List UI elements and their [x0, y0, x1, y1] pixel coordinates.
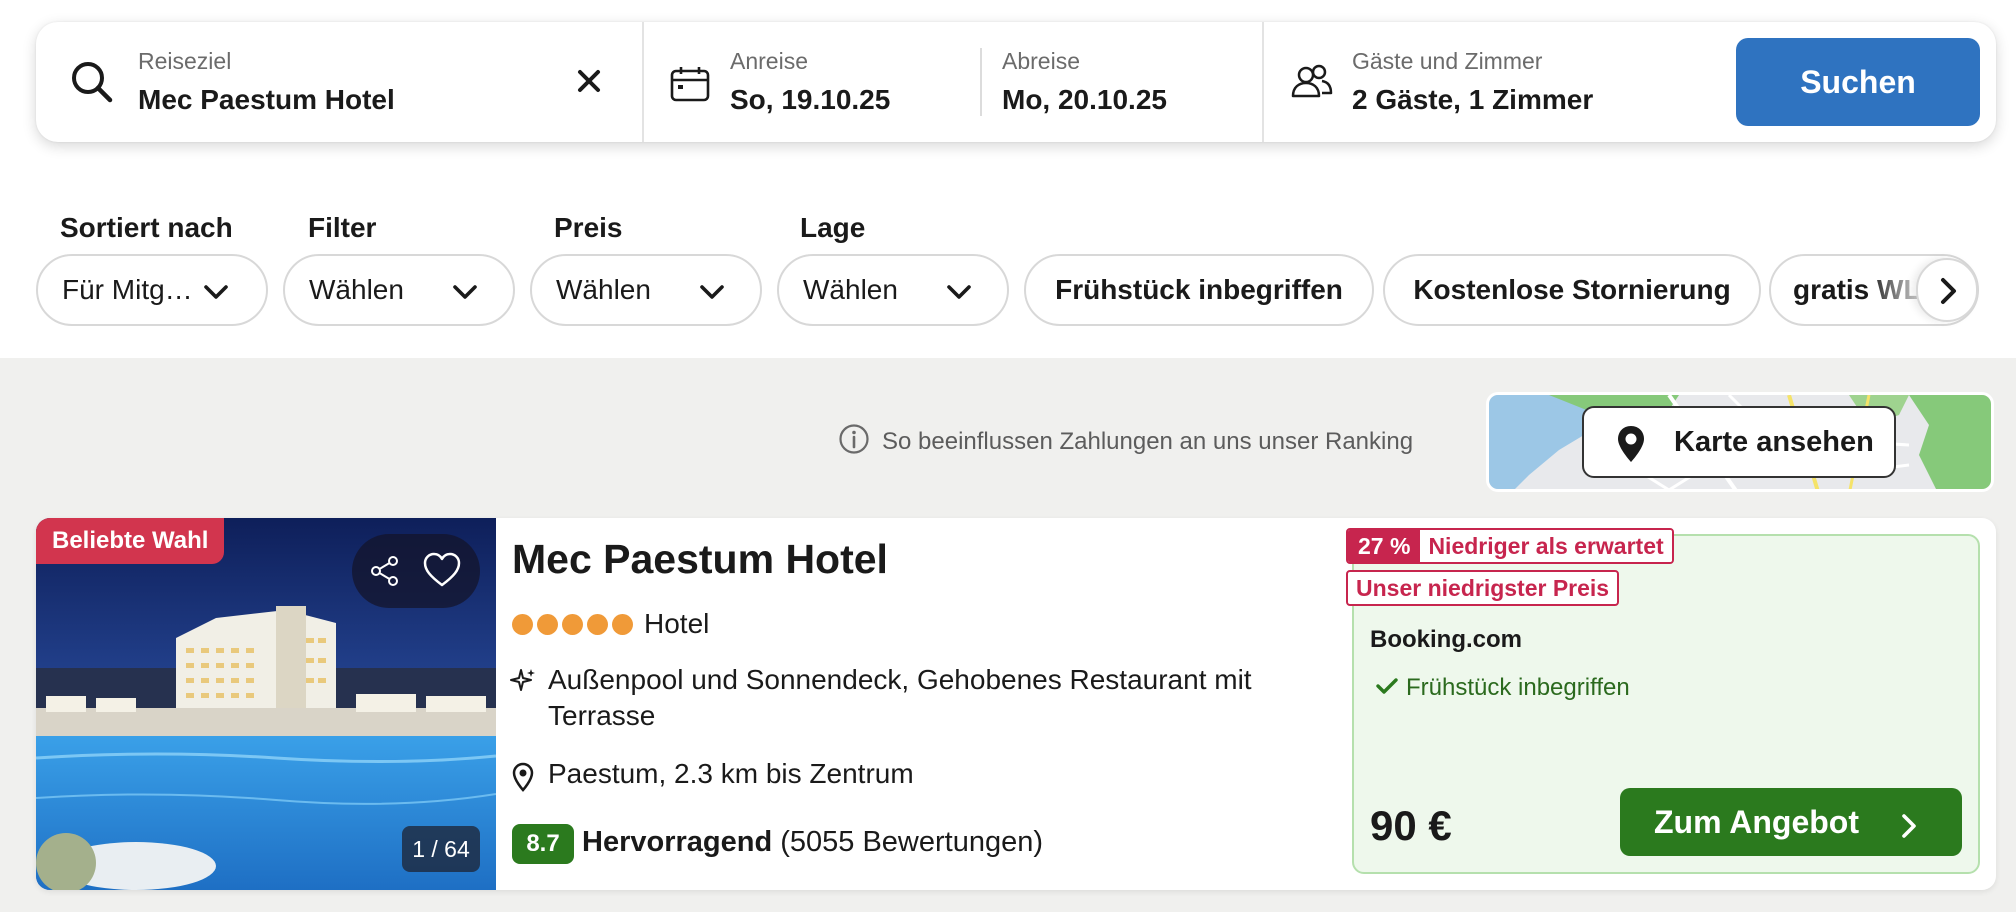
star-icon [587, 614, 608, 635]
map-pin-icon [1616, 424, 1646, 472]
chevron-down-icon [698, 278, 726, 310]
chevron-right-icon [1900, 810, 1918, 847]
hotel-features: Außenpool und Sonnendeck, Gehobenes Rest… [548, 664, 1252, 731]
star-icon [562, 614, 583, 635]
checkout-field[interactable]: Abreise Mo, 20.10.25 [982, 22, 1298, 142]
view-offer-label: Zum Angebot [1654, 803, 1859, 840]
destination-value[interactable]: Mec Paestum Hotel [138, 84, 395, 116]
price-label: Preis [554, 212, 623, 243]
location-pin-icon [512, 762, 534, 797]
sort-label: Sortiert nach [60, 212, 233, 243]
sort-dropdown[interactable]: Für Mitg… [36, 254, 268, 326]
filter-label: Filter [308, 212, 377, 243]
chevron-down-icon [202, 278, 230, 310]
checkin-value[interactable]: So, 19.10.25 [730, 84, 890, 116]
share-icon[interactable] [368, 554, 402, 593]
location-label: Lage [800, 212, 866, 243]
view-map-button[interactable]: Karte ansehen [1582, 406, 1896, 478]
star-icon [512, 614, 533, 635]
discount-text: Niedriger als erwartet [1420, 530, 1672, 562]
photo-counter: 1 / 64 [402, 826, 480, 872]
destination-label: Reiseziel [138, 48, 232, 74]
guests-icon [1290, 64, 1334, 105]
hotel-location[interactable]: Paestum, 2.3 km bis Zentrum [548, 758, 914, 790]
search-icon [70, 60, 114, 109]
guests-field[interactable]: Gäste und Zimmer 2 Gäste, 1 Zimmer [1264, 22, 1714, 142]
search-button[interactable]: Suchen [1736, 38, 1980, 126]
lowest-price-tag: Unser niedrigster Preis [1346, 570, 1620, 606]
breakfast-included: Frühstück inbegriffen [1376, 674, 1630, 702]
price-dropdown[interactable]: Wählen [530, 254, 762, 326]
view-offer-button[interactable]: Zum Angebot [1620, 788, 1962, 856]
hotel-card[interactable]: Beliebte Wahl 1 / 64 Mec Paestum Hotel H… [36, 518, 1996, 890]
star-icon [537, 614, 558, 635]
chip-free-cancellation[interactable]: Kostenlose Stornierung [1383, 254, 1761, 326]
hotel-photo[interactable]: Beliebte Wahl 1 / 64 [36, 518, 496, 890]
checkout-label: Abreise [1002, 48, 1080, 74]
chip-breakfast[interactable]: Frühstück inbegriffen [1024, 254, 1374, 326]
rating-summary[interactable]: Hervorragend (5055 Bewertungen) [582, 826, 1043, 859]
photo-actions [352, 534, 480, 608]
search-bar: Reiseziel Mec Paestum Hotel Anreise So, … [36, 22, 1996, 142]
chip-label: Kostenlose Stornierung [1413, 274, 1731, 305]
star-rating [512, 614, 633, 635]
ranking-info-text: So beeinflussen Zahlungen an uns unser R… [882, 428, 1414, 455]
heart-icon[interactable] [422, 552, 462, 593]
checkout-value[interactable]: Mo, 20.10.25 [1002, 84, 1167, 116]
ranking-info-link[interactable]: So beeinflussen Zahlungen an uns unser R… [838, 423, 1414, 462]
chevron-down-icon [945, 278, 973, 310]
view-map-label: Karte ansehen [1674, 425, 1874, 458]
scroll-right-button[interactable] [1916, 258, 1978, 322]
destination-field[interactable]: Reiseziel Mec Paestum Hotel [36, 22, 642, 142]
chevron-right-icon [1935, 276, 1961, 311]
info-icon [838, 423, 870, 462]
sparkle-icon [510, 668, 536, 699]
location-value: Wählen [803, 274, 898, 305]
rating-score: 8.7 [512, 824, 574, 864]
provider-name: Booking.com [1370, 626, 1523, 653]
filter-value: Wählen [309, 274, 404, 305]
discount-percent: 27 % [1348, 530, 1421, 562]
discount-tag: 27 % Niedriger als erwartet [1346, 528, 1674, 564]
checkmark-icon [1376, 674, 1398, 702]
hotel-type: Hotel [644, 608, 710, 639]
price-value: Wählen [556, 274, 651, 305]
calendar-icon [670, 66, 710, 107]
chevron-down-icon [451, 278, 479, 310]
star-icon [612, 614, 633, 635]
rating-word: Hervorragend [582, 826, 773, 858]
chip-label: Frühstück inbegriffen [1055, 274, 1343, 305]
filter-dropdown[interactable]: Wählen [283, 254, 515, 326]
clear-icon[interactable] [576, 68, 602, 99]
checkin-label: Anreise [730, 48, 808, 74]
sort-value: Für Mitg… [62, 274, 193, 305]
guests-label: Gäste und Zimmer [1352, 48, 1543, 74]
popular-badge: Beliebte Wahl [36, 518, 225, 564]
location-dropdown[interactable]: Wählen [777, 254, 1009, 326]
review-count: (5055 Bewertungen) [780, 826, 1044, 858]
price: 90 € [1370, 802, 1452, 849]
hotel-name[interactable]: Mec Paestum Hotel [512, 536, 888, 583]
breakfast-text: Frühstück inbegriffen [1406, 674, 1630, 701]
checkin-field[interactable]: Anreise So, 19.10.25 [644, 22, 1014, 142]
guests-value[interactable]: 2 Gäste, 1 Zimmer [1352, 84, 1593, 116]
